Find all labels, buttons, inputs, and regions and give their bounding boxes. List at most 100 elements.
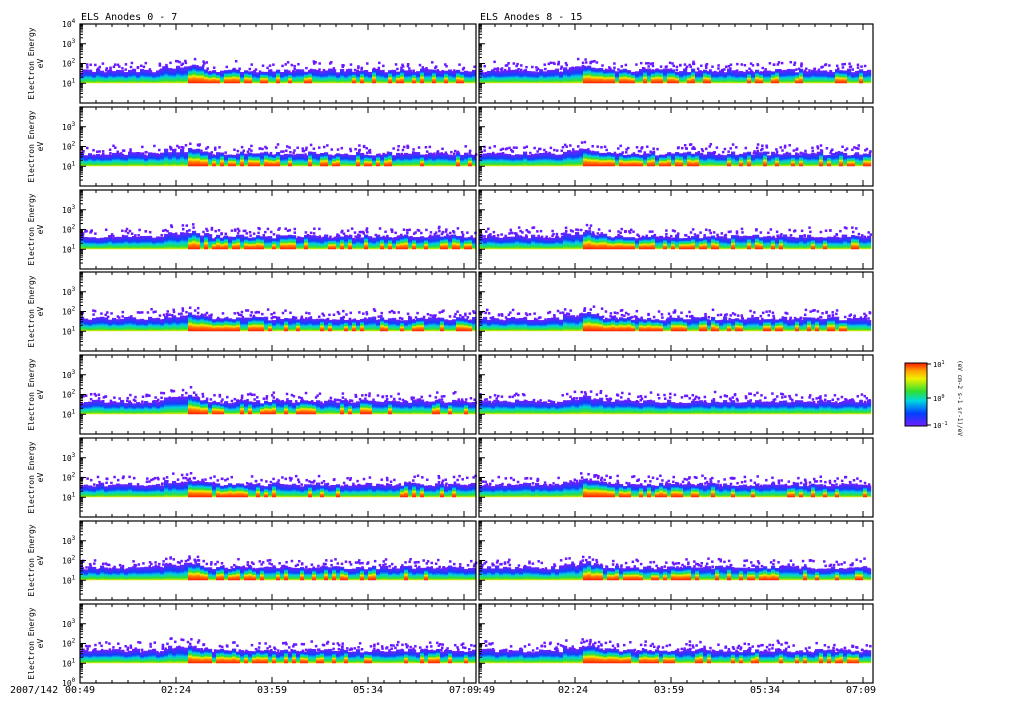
spectrogram-column [723,400,728,415]
spectrogram-column [408,482,413,498]
spectrogram-column [719,236,724,250]
spectrogram-dot [288,566,291,570]
spectrogram-column [771,71,776,84]
spectrogram-dot [296,146,299,150]
spectrogram-column [84,402,89,415]
spectrogram-column [352,71,357,84]
spectrogram-column [535,153,540,167]
spectrogram-dot [581,555,585,559]
spectrogram-dot [764,68,767,71]
spectrogram-dot [185,391,188,395]
spectrogram-column [615,399,620,415]
spectrogram-dot [332,313,336,317]
spectrogram-dot [580,476,584,479]
spectrogram-dot [216,479,220,482]
spectrogram-dot [797,476,800,480]
spectrogram-dot [701,474,704,477]
spectrogram-dot [484,484,487,487]
spectrogram-column [352,402,357,415]
spectrogram-column [603,233,608,250]
spectrogram-column [404,566,409,581]
spectrogram-column [779,484,784,498]
spectrogram-dot [867,483,871,486]
spectrogram-column [404,651,409,664]
spectrogram-column [324,70,329,84]
spectrogram-dot [89,478,93,482]
spectrogram-column [603,319,608,332]
spectrogram-dot [647,65,650,68]
spectrogram-column [300,237,305,250]
spectrogram-column [100,316,105,332]
spectrogram-dot [635,315,638,319]
spectrogram-panel [478,354,874,435]
spectrogram-column [204,648,209,664]
spectrogram-dot [616,153,620,157]
spectrogram-column [531,71,536,84]
spectrogram-column [276,482,281,498]
spectrogram-column [244,70,249,84]
spectrogram-column [192,149,197,167]
spectrogram-column [188,394,193,415]
spectrogram-dot [473,311,476,315]
spectrogram-column [436,152,441,167]
spectrogram-dot [172,558,175,561]
spectrogram-dot [372,67,376,71]
spectrogram-dot [849,313,853,316]
spectrogram-dot [669,315,672,318]
spectrogram-column [128,151,133,167]
spectrogram-column [799,68,804,84]
spectrogram-column [851,400,856,415]
spectrogram-dot [101,562,105,566]
spectrogram-dot [759,71,763,74]
spectrogram-dot [536,230,539,233]
spectrogram-column [312,484,317,498]
spectrogram-dot [800,229,804,233]
spectrogram-column [479,70,484,84]
spectrogram-column [96,399,101,415]
spectrogram-column [731,235,736,250]
spectrogram-dot [148,68,152,71]
spectrogram-column [180,396,185,415]
spectrogram-column [180,564,185,581]
spectrogram-column [703,69,708,84]
spectrogram-dot [691,147,694,150]
spectrogram-dot [153,641,157,644]
spectrogram-dot [126,648,129,651]
spectrogram-column [703,485,708,498]
spectrogram-dot [413,475,416,479]
spectrogram-column [236,651,241,664]
spectrogram-column [400,235,405,250]
spectrogram-dot [160,391,163,395]
spectrogram-dot [601,315,605,318]
spectrogram-dot [760,484,763,488]
spectrogram-column [168,397,173,415]
spectrogram-dot [775,230,779,234]
spectrogram-column [144,69,149,84]
spectrogram-dot [855,146,858,150]
spectrogram-dot [500,562,503,566]
spectrogram-dot [376,642,380,646]
spectrogram-column [819,70,824,84]
spectrogram-dot [624,151,628,154]
spectrogram-dot [378,61,381,65]
spectrogram-column [412,649,417,664]
spectrogram-column [599,152,604,167]
spectrogram-dot [422,315,426,319]
spectrogram-column [527,566,532,581]
spectrogram-column [172,149,177,167]
spectrogram-column [855,235,860,250]
spectrogram-column [208,482,213,498]
spectrogram-column [296,568,301,581]
spectrogram-dot [724,233,728,237]
spectrogram-dot [828,481,832,485]
spectrogram-column [831,317,836,332]
spectrogram-column [440,401,445,415]
spectrogram-dot [725,395,729,398]
spectrogram-dot [575,479,579,483]
spectrogram-dot [508,69,511,73]
spectrogram-dot [851,148,854,152]
spectrogram-panel: Electron Energy eV104103102101 [27,18,477,104]
spectrogram-dot [200,647,203,651]
spectrogram-dot [671,62,674,65]
spectrogram-dot [673,393,677,397]
